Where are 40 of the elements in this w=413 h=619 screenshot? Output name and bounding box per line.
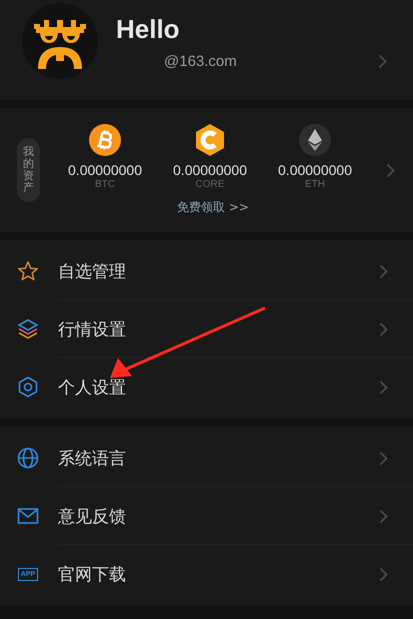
user-name: Hello: [116, 14, 181, 45]
menu-item[interactable]: 个人设置: [0, 358, 413, 416]
chevron-icon: [379, 508, 388, 524]
bitcoin-icon: [89, 124, 121, 156]
menu-item[interactable]: 自选管理: [0, 242, 413, 300]
menu-label: 自选管理: [58, 260, 127, 282]
chevron-icon: [386, 162, 395, 178]
chevron-icon: [379, 450, 388, 466]
chevron-icon: [378, 54, 387, 68]
hexagon-coin-icon: [194, 124, 226, 156]
diamond-coin-icon: [299, 124, 331, 156]
chevron-icon: [379, 566, 388, 582]
mail-icon: [17, 505, 39, 527]
coin-amount: 0.00000000: [278, 162, 352, 178]
menu-label: 个人设置: [58, 376, 127, 398]
hexagon-icon: [17, 376, 39, 398]
layers-icon: [17, 318, 39, 340]
coin-symbol: BTC: [95, 179, 115, 190]
menu-label: 意见反馈: [58, 506, 127, 528]
menu-label: 行情设置: [58, 318, 127, 340]
coin-symbol: ETH: [305, 179, 325, 190]
globe-icon: [17, 447, 39, 469]
menu-label: 官网下载: [58, 564, 127, 586]
coin-amount: 0.00000000: [68, 162, 142, 178]
assets-card[interactable]: 我的资产 0.00000000 BTC 0.00000000 CORE 0.00000000 ETH 免费领取 >>: [0, 108, 413, 232]
avatar-logo-icon: [22, 3, 98, 79]
assets-label: 我的资产: [17, 138, 40, 202]
menu-item[interactable]: 行情设置: [0, 300, 413, 358]
menu-item[interactable]: 意见反馈: [0, 487, 413, 545]
chevron-icon: [379, 322, 388, 336]
menu-item[interactable]: 系统语言: [0, 429, 413, 487]
claim-link[interactable]: 免费领取 >>: [177, 199, 249, 216]
user-email: @163.com: [164, 53, 238, 70]
coin-amount: 0.00000000: [173, 162, 247, 178]
star-icon: [17, 260, 39, 282]
profile-header[interactable]: Hello @163.com: [0, 0, 413, 100]
chevron-icon: [379, 264, 388, 278]
chevron-icon: [379, 380, 388, 394]
menu-label: 系统语言: [58, 448, 127, 470]
coin-symbol: CORE: [196, 179, 224, 190]
